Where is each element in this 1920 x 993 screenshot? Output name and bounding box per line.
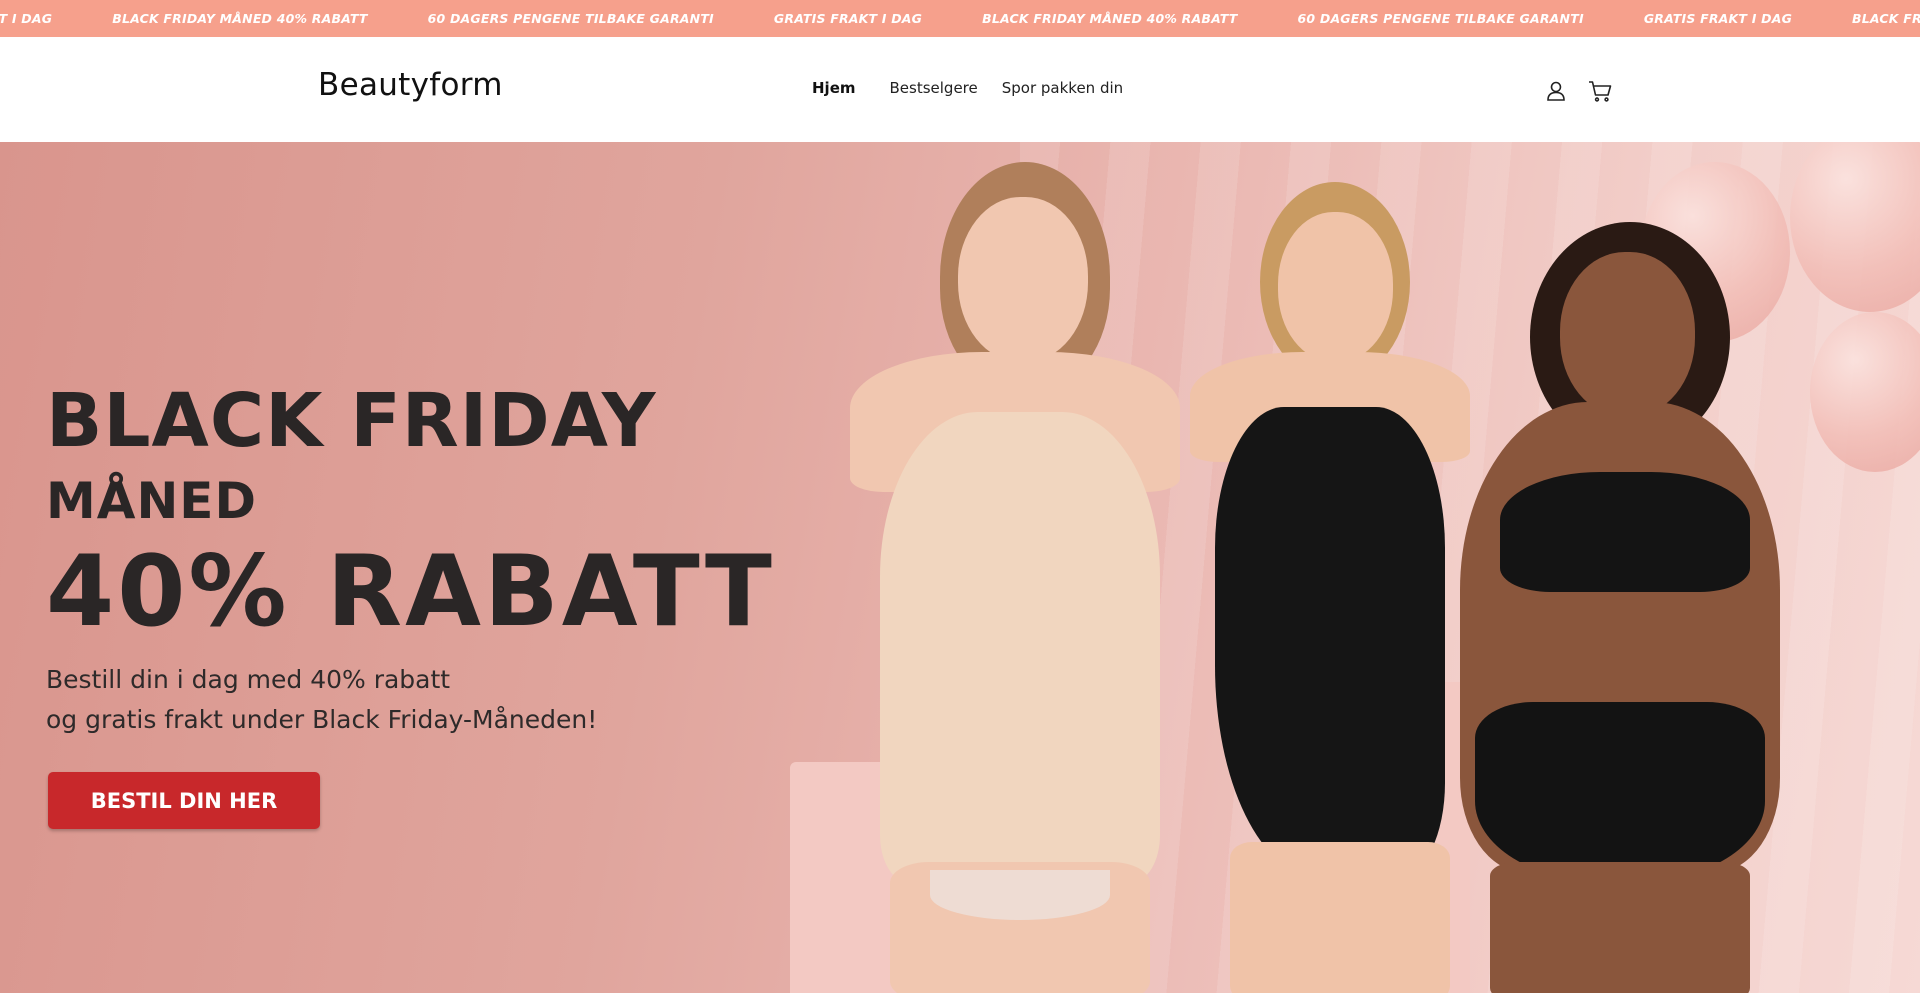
announcement-item: GRATIS FRAKT I DAG [0,11,53,26]
announcement-item: BLACK FRIDAY MÅNED 40% RABATT [112,11,368,26]
account-icon[interactable] [1543,78,1569,104]
announcement-item: 60 DAGERS PENGENE TILBAKE GARANTI [1297,11,1584,26]
hero-subtitle: Bestill din i dag med 40% rabatt og grat… [46,660,746,740]
hero-model-3 [1420,142,1820,993]
site-header: Beautyform Hjem Bestselgere Spor pakken … [0,37,1920,142]
announcement-item: BLACK FRIDAY MÅNED 40% RABATT [982,11,1238,26]
announcement-item: BLACK FRIDAY MÅNED 40% RABATT [1852,11,1920,26]
announcement-item: 60 DAGERS PENGENE TILBAKE GARANTI [427,11,714,26]
hero-banner: BLACK FRIDAY MÅNED 40% RABATT Bestill di… [0,142,1920,993]
main-nav: Hjem Bestselgere Spor pakken din [798,79,1147,97]
announcement-item: GRATIS FRAKT I DAG [1643,11,1793,26]
order-now-button[interactable]: BESTIL DIN HER [48,772,320,829]
hero-title-maned: MÅNED [46,472,257,530]
nav-item-bestselgere[interactable]: Bestselgere [890,79,978,97]
announcement-bar: GRATIS FRAKT I DAG BLACK FRIDAY MÅNED 40… [0,0,1920,37]
announcement-marquee: GRATIS FRAKT I DAG BLACK FRIDAY MÅNED 40… [0,0,1920,37]
nav-item-spor-pakken[interactable]: Spor pakken din [1002,79,1123,97]
hero-subtitle-line-2: og gratis frakt under Black Friday-Måned… [46,705,598,734]
cart-icon[interactable] [1587,78,1613,104]
hero-title-black-friday: BLACK FRIDAY [46,378,657,464]
site-logo[interactable]: Beautyform [318,67,503,103]
announcement-item: GRATIS FRAKT I DAG [773,11,923,26]
hero-title-discount: 40% RABATT [46,535,775,649]
hero-subtitle-line-1: Bestill din i dag med 40% rabatt [46,665,451,694]
nav-item-hjem[interactable]: Hjem [812,79,856,97]
